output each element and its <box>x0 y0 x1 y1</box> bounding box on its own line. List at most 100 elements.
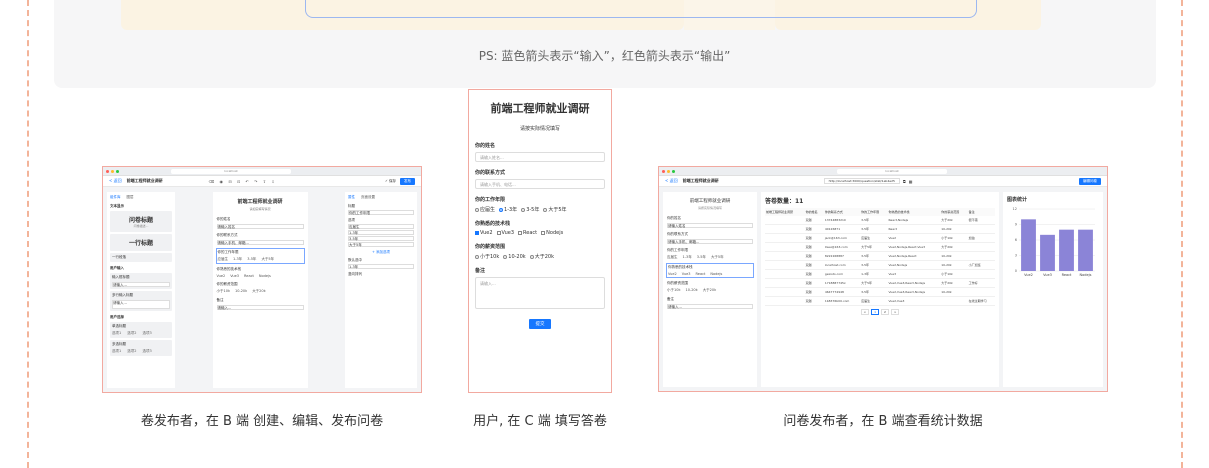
canvas-question-name[interactable]: 你的姓名 请输入姓名 <box>216 217 304 229</box>
component-input[interactable]: 输入框标题 请输入... <box>110 273 172 289</box>
component-paragraph[interactable]: 一行段落 <box>110 253 172 262</box>
publish-button[interactable]: 发布 <box>400 177 415 185</box>
back-link[interactable]: < 返回 <box>665 178 678 184</box>
table-cell <box>967 287 995 297</box>
prev-page-button[interactable]: < <box>860 309 870 315</box>
prop-option-input[interactable]: 大于5年 <box>348 242 414 247</box>
table-cell: 很不错 <box>967 216 995 225</box>
canvas-question-years[interactable]: 你的工作年限 应届生 1-3年 3-5年 大于5年 <box>215 248 305 264</box>
preview-question-selected[interactable]: 你熟悉的技术栈 Vue2 Vue3 React Nodejs <box>666 263 754 278</box>
checkbox-option[interactable]: Vue2 <box>475 230 493 236</box>
tab-components[interactable]: 组件库 <box>110 195 121 200</box>
default-select[interactable]: 1-3年 <box>348 264 414 269</box>
editor-canvas[interactable]: 前端工程师就业调研 请如实填写情况 你的姓名 请输入姓名 你的联系方式 请输入手机、… <box>212 192 308 388</box>
answer-count: 答卷数量：11 <box>765 198 804 205</box>
y-tick-label: 12 <box>1013 207 1017 211</box>
table-cell <box>765 224 805 234</box>
table-cell: Vue3 <box>887 269 941 279</box>
component-line-title[interactable]: 一行标题 <box>110 234 172 251</box>
preview-title: 前端工程师就业调研 <box>689 199 731 204</box>
radio-option[interactable]: 1-3年 <box>499 206 517 213</box>
edit-survey-button[interactable]: 编辑问卷 <box>1079 177 1101 185</box>
address-bar[interactable]: localhost <box>171 168 291 174</box>
prop-title-input[interactable]: 你的工作年限 <box>348 210 414 215</box>
radio-option[interactable]: 大于20k <box>529 253 554 260</box>
contact-input[interactable]: 请输入手机、电话... <box>475 179 605 189</box>
table-cell: 大于20k <box>940 278 968 288</box>
bar-vue2[interactable] <box>1021 219 1036 271</box>
preview-question[interactable]: 备注 请输入... <box>667 297 753 309</box>
table-cell <box>765 278 805 288</box>
checkbox-option[interactable]: Nodejs <box>541 230 563 236</box>
save-button[interactable]: ✓ 保存 <box>385 179 396 184</box>
table-cell: 10-20k <box>940 251 968 261</box>
radio-option[interactable]: 10-20k <box>503 253 526 260</box>
page-2-button[interactable]: 2 <box>881 309 889 315</box>
prop-vertical[interactable]: 竖向排列 <box>348 272 414 277</box>
preview-question[interactable]: 你的薪资范围 小于10k 10-20k 大于20k <box>667 281 753 293</box>
prop-option-input[interactable]: 应届生 <box>348 224 414 229</box>
checkbox-option[interactable]: Vue3 <box>496 230 514 236</box>
table-cell: 1-3年 <box>860 269 888 279</box>
preview-question[interactable]: 你的姓名 请输入姓名 <box>667 216 753 228</box>
component-question-title[interactable]: 问卷标题 问卷描述... <box>110 211 172 232</box>
maximize-dot-icon <box>672 169 675 173</box>
table-header-cell: 前端工程师就业调研 <box>765 208 805 216</box>
table-cell: 在线过期学习 <box>967 296 995 306</box>
editor-canvas-area: 前端工程师就业调研 请如实填写情况 你的姓名 请输入姓名 你的联系方式 请输入手机、… <box>179 192 341 388</box>
back-link[interactable]: < 返回 <box>109 178 122 184</box>
table-cell <box>967 224 995 234</box>
submit-button[interactable]: 提交 <box>529 319 551 329</box>
table-cell: 工作好 <box>967 278 995 288</box>
table-cell <box>765 251 805 261</box>
tab-page-settings[interactable]: 页面设置 <box>361 195 375 200</box>
address-bar[interactable]: localhost <box>837 168 947 174</box>
canvas-subtitle[interactable]: 请如实填写情况 <box>217 207 304 211</box>
page-1-button[interactable]: 1 <box>871 309 879 315</box>
tab-layers[interactable]: 图层 <box>127 195 134 200</box>
canvas-question-tech[interactable]: 你熟悉的技术栈 Vue2 Vue3 React Nodejs <box>217 267 304 278</box>
add-option-button[interactable]: + 添加选项 <box>348 250 414 255</box>
bar-vue3[interactable] <box>1040 234 1055 271</box>
component-textarea[interactable]: 多行输入标题 请输入... <box>110 291 172 311</box>
table-cell: 双越 <box>804 216 824 225</box>
editor-toolbar[interactable]: ⌫ ◉ ⊟ ⊡ ↶ ↷ ⇧ ⇩ <box>209 179 277 184</box>
bar-nodejs[interactable] <box>1078 229 1093 271</box>
close-dot-icon <box>106 169 109 173</box>
component-radio[interactable]: 单选标题 选项1 选项2 选项3 <box>110 322 172 338</box>
copy-icon[interactable]: ⧉ <box>903 179 906 184</box>
name-input[interactable]: 请输入姓名... <box>475 152 605 162</box>
radio-icon <box>475 207 479 212</box>
radio-icon <box>529 254 534 259</box>
bar-react[interactable] <box>1059 229 1074 271</box>
radio-option[interactable]: 应届生 <box>475 206 495 213</box>
share-url-input[interactable]: http://localhost:3000/question/stat/1eb4… <box>823 178 900 184</box>
table-row: 双越 1b8376b00.com 应届生 Vue2,Vue3 在线过期学习 <box>765 296 995 306</box>
canvas-question-salary[interactable]: 你的薪资范围 小于10k 10-20k 大于20k <box>217 282 304 294</box>
canvas-title[interactable]: 前端工程师就业调研 <box>217 198 304 205</box>
caption-editor: 卷发布者，在 B 端 创建、编辑、发布问卷 <box>140 414 384 429</box>
table-header-cell: 你的薪资范围 <box>940 208 968 216</box>
table-cell: Vue2,Nodejs <box>887 260 941 270</box>
chart-title: 图表统计 <box>1007 197 1028 203</box>
table-row: 双越 localhost.com 3-5年 Vue2,Nodejs 10-20k 小厂加班 <box>765 260 995 270</box>
canvas-question-contact[interactable]: 你的联系方式 请输入手机、邮箱... <box>216 233 304 245</box>
prop-option-input[interactable]: 3-5年 <box>348 236 414 241</box>
preview-question[interactable]: 你的联系方式 请输入手机、邮箱... <box>667 232 753 244</box>
radio-option[interactable]: 3-5年 <box>521 206 539 213</box>
preview-question[interactable]: 你的工作年限 应届生 1-3年 3-5年 大于5年 <box>667 248 753 260</box>
remark-textarea[interactable]: 请输入... <box>475 277 605 309</box>
stats-screenshot: localhost < 返回 前端工程师就业调研 http://localhos… <box>658 166 1108 392</box>
qrcode-icon[interactable]: ▦ <box>909 179 913 184</box>
radio-option[interactable]: 大于5年 <box>543 206 567 213</box>
checkbox-option[interactable]: React <box>518 230 537 236</box>
canvas-question-remark[interactable]: 备注 请输入... <box>216 298 304 310</box>
next-page-button[interactable]: > <box>890 309 900 315</box>
prop-default: 默认选中 1-3年 <box>348 258 414 269</box>
checkbox-icon <box>541 231 546 235</box>
tab-props[interactable]: 属性 <box>348 195 355 200</box>
component-checkbox[interactable]: 多选标题 选项1 选项2 选项3 <box>110 340 172 356</box>
prop-option-input[interactable]: 1-3年 <box>348 230 414 235</box>
radio-option[interactable]: 小于10k <box>475 253 499 260</box>
table-cell: localhost.com <box>823 260 861 270</box>
